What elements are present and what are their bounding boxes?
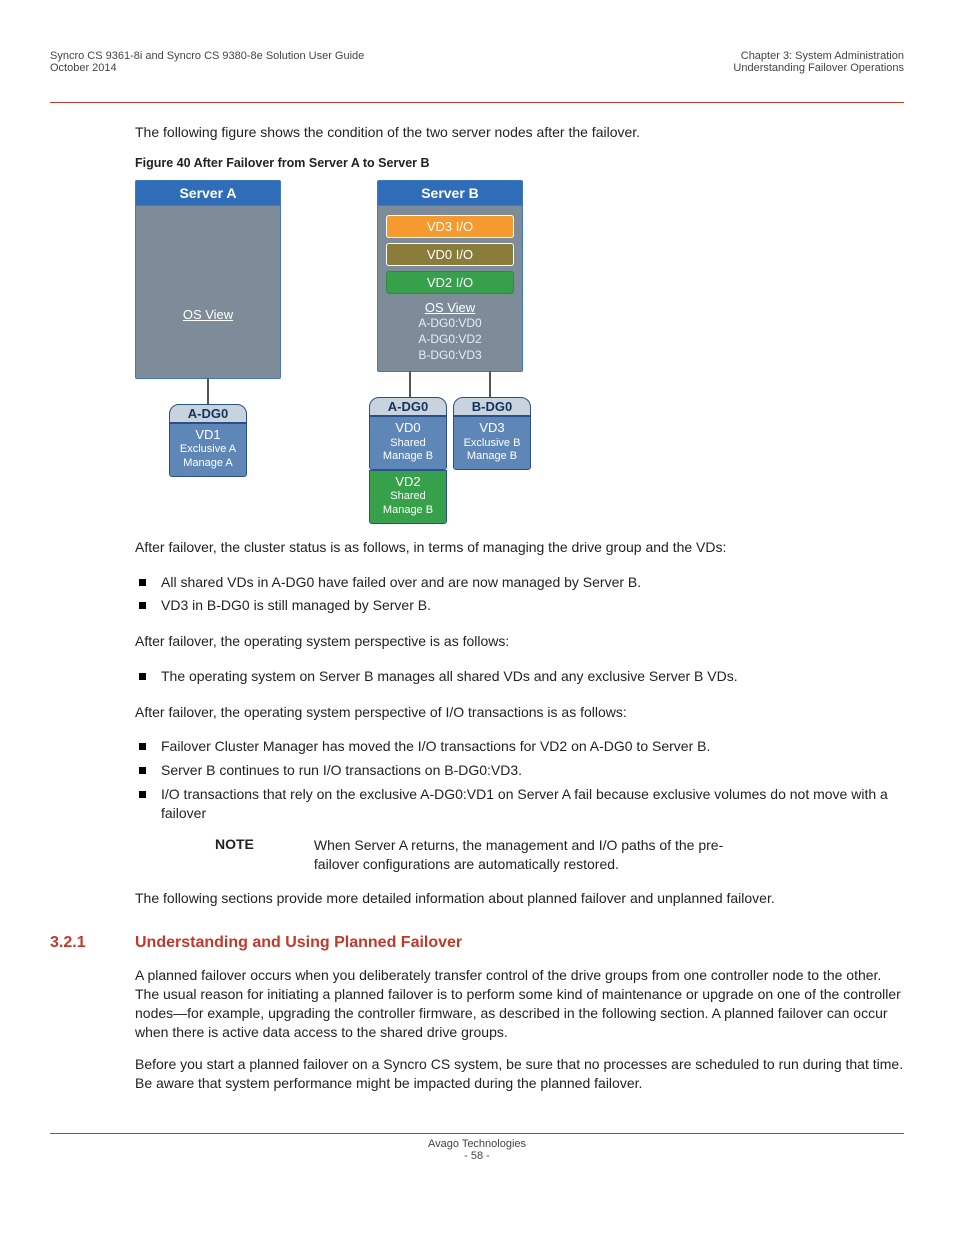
after-failover-p2: After failover, the operating system per… — [135, 632, 904, 651]
vd3-io-row: VD3 I/O — [386, 215, 514, 238]
header-section: Understanding Failover Operations — [733, 62, 904, 74]
server-b-osview: OS View — [386, 300, 514, 315]
list1: All shared VDs in A-DG0 have failed over… — [135, 571, 904, 618]
server-a-osview: OS View — [144, 307, 272, 322]
list-item: Failover Cluster Manager has moved the I… — [157, 735, 904, 759]
figure-40: Server A OS View A-DG0 VD1 Exclusive A M… — [135, 180, 904, 524]
section-title: Understanding and Using Planned Failover — [135, 934, 462, 952]
section-heading: 3.2.1 Understanding and Using Planned Fa… — [50, 934, 904, 952]
dg-b-vd2-box: VD2 Shared Manage B — [369, 470, 447, 524]
server-a-panel: Server A OS View — [135, 180, 281, 379]
outro-paragraph: The following sections provide more deta… — [135, 889, 904, 908]
dg-a-box: VD1 Exclusive A Manage A — [169, 423, 247, 477]
server-b-panel: Server B VD3 I/O VD0 I/O VD2 I/O OS View… — [377, 180, 523, 373]
page-footer: Avago Technologies - 58 - — [50, 1133, 904, 1162]
dg-b-vd3-box: VD3 Exclusive B Manage B — [453, 416, 531, 470]
list-item: The operating system on Server B manages… — [157, 665, 904, 689]
note-block: NOTE When Server A returns, the manageme… — [215, 836, 904, 875]
server-b-title: Server B — [378, 181, 522, 206]
footer-page: - 58 - — [50, 1150, 904, 1162]
figure-caption: Figure 40 After Failover from Server A t… — [135, 156, 904, 170]
dg-b-adg0-tab: A-DG0 — [369, 397, 447, 416]
list-item: I/O transactions that rely on the exclus… — [157, 783, 904, 826]
after-failover-p3: After failover, the operating system per… — [135, 703, 904, 722]
footer-company: Avago Technologies — [50, 1138, 904, 1150]
note-text: When Server A returns, the management an… — [314, 836, 754, 875]
server-b-oslist: A-DG0:VD0 A-DG0:VD2 B-DG0:VD3 — [386, 315, 514, 364]
header-guide-title: Syncro CS 9361-8i and Syncro CS 9380-8e … — [50, 50, 364, 62]
list3: Failover Cluster Manager has moved the I… — [135, 735, 904, 825]
header-date: October 2014 — [50, 62, 364, 74]
dg-b-vd0-box: VD0 Shared Manage B — [369, 416, 447, 470]
vd2-io-row: VD2 I/O — [386, 271, 514, 294]
header-chapter: Chapter 3: System Administration — [733, 50, 904, 62]
section-number: 3.2.1 — [50, 934, 105, 952]
dg-b-bdg0-tab: B-DG0 — [453, 397, 531, 416]
list2: The operating system on Server B manages… — [135, 665, 904, 689]
intro-paragraph: The following figure shows the condition… — [135, 123, 904, 142]
page-header: Syncro CS 9361-8i and Syncro CS 9380-8e … — [50, 50, 904, 103]
note-label: NOTE — [215, 836, 254, 875]
section-p2: Before you start a planned failover on a… — [135, 1055, 904, 1093]
after-failover-p1: After failover, the cluster status is as… — [135, 538, 904, 557]
section-p1: A planned failover occurs when you delib… — [135, 966, 904, 1042]
vd0-io-row: VD0 I/O — [386, 243, 514, 266]
list-item: All shared VDs in A-DG0 have failed over… — [157, 571, 904, 595]
dg-a-tab: A-DG0 — [169, 404, 247, 423]
list-item: VD3 in B-DG0 is still managed by Server … — [157, 594, 904, 618]
list-item: Server B continues to run I/O transactio… — [157, 759, 904, 783]
server-a-title: Server A — [136, 181, 280, 206]
